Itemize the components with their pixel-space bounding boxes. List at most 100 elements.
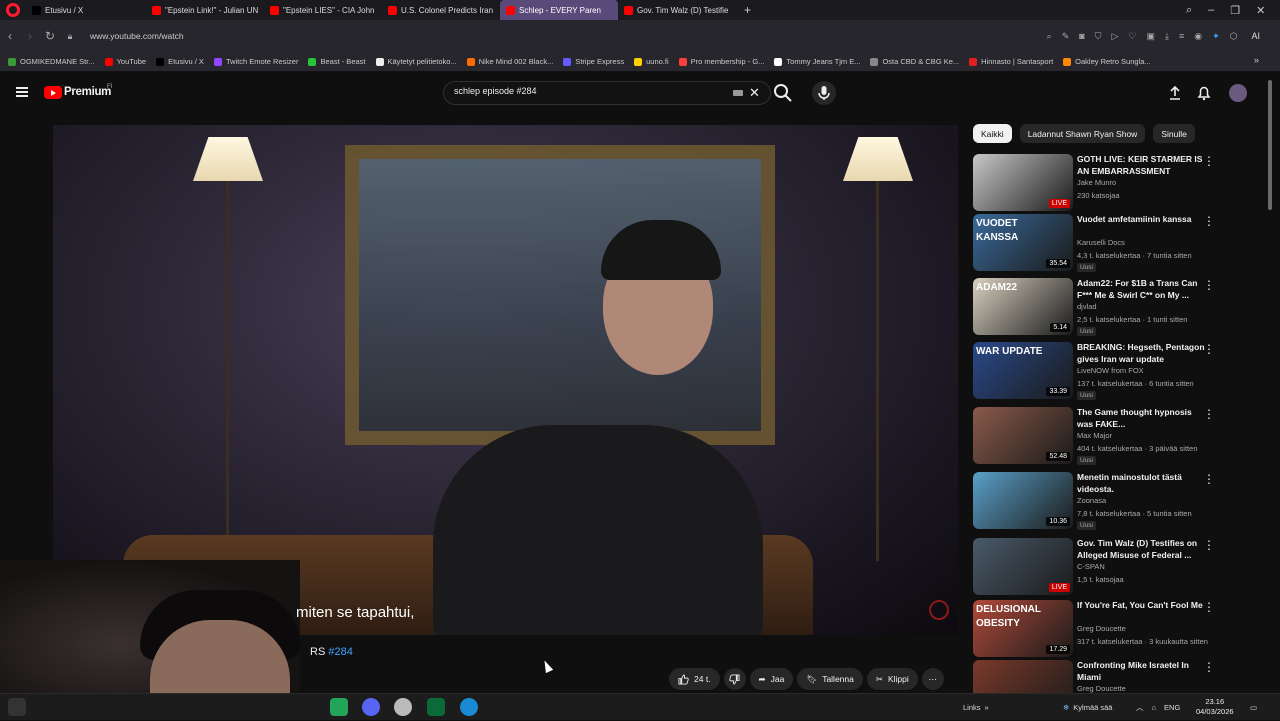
recommendation-item[interactable]: 10.36 Menetin mainostulot tästä videosta.… bbox=[973, 472, 1218, 532]
new-tab-button[interactable]: + bbox=[744, 3, 751, 17]
bookmark-item[interactable]: Pro membership - G... bbox=[678, 57, 764, 66]
video-title[interactable]: Adam22: For $1B a Trans Can F*** Me & Sw… bbox=[1077, 278, 1205, 301]
play-icon[interactable]: ▷ bbox=[1111, 31, 1118, 42]
browser-tab[interactable]: "Epstein Link!" - Julian UN bbox=[146, 0, 264, 20]
video-thumbnail[interactable]: ADAM22 5.14 bbox=[973, 278, 1073, 335]
menu-icon[interactable]: ≡ bbox=[1179, 31, 1184, 41]
recommendation-item[interactable]: DELUSIONAL OBESITY 17.29 If You're Fat, You… bbox=[973, 600, 1218, 660]
keyboard-icon[interactable] bbox=[733, 90, 743, 96]
filter-chip[interactable]: Ladannut Shawn Ryan Show bbox=[1019, 124, 1146, 143]
video-title[interactable]: Vuodet amfetamiinin kanssa bbox=[1077, 214, 1205, 226]
close-window-icon[interactable]: ✕ bbox=[1256, 4, 1265, 17]
clip-button[interactable]: ✂ Klippi bbox=[866, 668, 918, 690]
opera-logo-icon[interactable] bbox=[6, 3, 20, 17]
bookmark-item[interactable]: YouTube bbox=[104, 57, 146, 66]
avatar[interactable] bbox=[1229, 84, 1247, 102]
more-options-icon[interactable]: ⋮ bbox=[1203, 342, 1215, 356]
channel-name[interactable]: LiveNOW from FOX bbox=[1077, 366, 1144, 375]
upload-icon[interactable] bbox=[1166, 84, 1184, 102]
more-options-icon[interactable]: ⋮ bbox=[1203, 407, 1215, 421]
bookmark-item[interactable]: Beast - Beast bbox=[308, 57, 366, 66]
network-icon[interactable]: ⌂ bbox=[1152, 703, 1157, 712]
camera-icon[interactable]: ◙ bbox=[1079, 31, 1084, 41]
notifications-bell-icon[interactable] bbox=[1195, 84, 1213, 102]
video-title[interactable]: GOTH LIVE: KEIR STARMER IS AN EMBARRASSM… bbox=[1077, 154, 1205, 177]
start-icon[interactable] bbox=[8, 698, 26, 716]
bookmark-item[interactable]: Nike Mind 002 Black... bbox=[466, 57, 553, 66]
youtube-premium-label[interactable]: Premium bbox=[64, 86, 111, 98]
hamburger-menu-icon[interactable] bbox=[16, 87, 28, 97]
video-title[interactable]: The Game thought hypnosis was FAKE... bbox=[1077, 407, 1205, 430]
video-title[interactable]: BREAKING: Hegseth, Pentagon gives Iran w… bbox=[1077, 342, 1205, 365]
dislike-button[interactable] bbox=[723, 668, 746, 690]
channel-name[interactable]: Greg Doucette bbox=[1077, 684, 1126, 693]
browser-tab[interactable]: U.S. Colonel Predicts Iran bbox=[382, 0, 500, 20]
microphone-icon[interactable] bbox=[812, 81, 836, 105]
reload-icon[interactable]: ↻ bbox=[40, 29, 60, 43]
bookmark-item[interactable]: Käytetyt pelitietoko... bbox=[375, 57, 457, 66]
recommendation-item[interactable]: 52.48 The Game thought hypnosis was FAKE.… bbox=[973, 407, 1218, 467]
video-thumbnail[interactable]: LIVE bbox=[973, 538, 1073, 595]
app-arrow-icon[interactable] bbox=[427, 698, 445, 716]
discord-icon[interactable] bbox=[362, 698, 380, 716]
filter-chip[interactable]: Kaikki bbox=[973, 124, 1012, 143]
bookmark-item[interactable]: Hinnasto | Santasport bbox=[969, 57, 1053, 66]
app-shield-icon[interactable] bbox=[394, 698, 412, 716]
search-in-page-icon[interactable]: ⌕ bbox=[1047, 31, 1052, 42]
video-thumbnail[interactable]: DELUSIONAL OBESITY 17.29 bbox=[973, 600, 1073, 657]
page-scrollbar[interactable] bbox=[1268, 80, 1272, 210]
extension-icon[interactable]: ✦ bbox=[1212, 31, 1220, 42]
maximize-icon[interactable]: ❐ bbox=[1230, 4, 1240, 17]
more-options-icon[interactable]: ⋮ bbox=[1203, 600, 1215, 614]
clock[interactable]: 23.16 04/03/2026 bbox=[1196, 697, 1234, 717]
more-options-icon[interactable]: ⋮ bbox=[1203, 154, 1215, 168]
video-thumbnail[interactable]: LIVE bbox=[973, 154, 1073, 211]
links-chevron-icon[interactable]: » bbox=[985, 703, 989, 712]
browser-tab[interactable]: Gov. Tim Walz (D) Testifie bbox=[618, 0, 736, 20]
channel-watermark-icon[interactable] bbox=[929, 600, 949, 620]
recommendation-item[interactable]: WAR UPDATE 33.39 BREAKING: Hegseth, Pentag… bbox=[973, 342, 1218, 402]
search-input[interactable] bbox=[454, 86, 724, 96]
recommendation-item[interactable]: LIVE GOTH LIVE: KEIR STARMER IS AN EMBARR… bbox=[973, 154, 1218, 214]
video-title[interactable]: Confronting Mike Israetel In Miami bbox=[1077, 660, 1205, 683]
bookmark-item[interactable]: Oakley Retro Sungla... bbox=[1063, 57, 1151, 66]
video-thumbnail[interactable]: 10.36 bbox=[973, 472, 1073, 529]
site-info-icon[interactable]: 🔒︎ bbox=[60, 31, 80, 42]
video-player[interactable] bbox=[53, 125, 958, 635]
cube-icon[interactable]: ⬡ bbox=[1230, 31, 1238, 42]
like-button[interactable]: 24 t. bbox=[669, 668, 720, 690]
more-options-icon[interactable]: ⋮ bbox=[1203, 278, 1215, 292]
filter-chip[interactable]: Sinulle bbox=[1153, 124, 1195, 143]
channel-name[interactable]: Karuselli Docs bbox=[1077, 238, 1125, 247]
browser-tab[interactable]: Etusivu / X bbox=[26, 0, 146, 20]
episode-hashtag-link[interactable]: #284 bbox=[328, 646, 352, 658]
bookmark-item[interactable]: OGMIKEDMANE Str... bbox=[8, 57, 95, 66]
save-button[interactable]: 🔖︎ Tallenna bbox=[797, 668, 863, 690]
browser-tab[interactable]: "Epstein LIES" - CIA John bbox=[264, 0, 382, 20]
search-tabs-icon[interactable]: ⌕ bbox=[1186, 4, 1192, 17]
video-title[interactable]: If You're Fat, You Can't Fool Me bbox=[1077, 600, 1205, 612]
bookmark-item[interactable]: Stripe Express bbox=[563, 57, 624, 66]
video-title[interactable]: Menetin mainostulot tästä videosta. bbox=[1077, 472, 1205, 495]
channel-name[interactable]: Jake Munro bbox=[1077, 178, 1116, 187]
edit-icon[interactable]: ✎ bbox=[1062, 31, 1070, 42]
download-icon[interactable]: ⤓ bbox=[1165, 31, 1169, 42]
video-thumbnail[interactable]: VUODET KANSSA 35.54 bbox=[973, 214, 1073, 271]
video-thumbnail[interactable]: 52.48 bbox=[973, 407, 1073, 464]
app-green-icon[interactable] bbox=[330, 698, 348, 716]
heart-icon[interactable]: ♡ bbox=[1128, 31, 1136, 42]
edge-icon[interactable] bbox=[460, 698, 478, 716]
back-icon[interactable]: ‹ bbox=[0, 29, 20, 43]
language-indicator[interactable]: ENG bbox=[1164, 703, 1180, 712]
url-field[interactable]: www.youtube.com/watch bbox=[90, 31, 184, 41]
channel-name[interactable]: Max Major bbox=[1077, 431, 1112, 440]
video-thumbnail[interactable]: WAR UPDATE 33.39 bbox=[973, 342, 1073, 399]
minimize-icon[interactable]: – bbox=[1208, 4, 1214, 16]
video-title[interactable]: Gov. Tim Walz (D) Testifies on Alleged M… bbox=[1077, 538, 1205, 561]
more-options-icon[interactable]: ⋮ bbox=[1203, 472, 1215, 486]
more-options-icon[interactable]: ⋮ bbox=[1203, 538, 1215, 552]
shield-icon[interactable]: ⛉ bbox=[1095, 31, 1102, 42]
channel-name[interactable]: C-SPAN bbox=[1077, 562, 1105, 571]
recommendation-item[interactable]: ADAM22 5.14 Adam22: For $1B a Trans Can F*… bbox=[973, 278, 1218, 338]
forward-icon[interactable]: › bbox=[20, 29, 40, 43]
